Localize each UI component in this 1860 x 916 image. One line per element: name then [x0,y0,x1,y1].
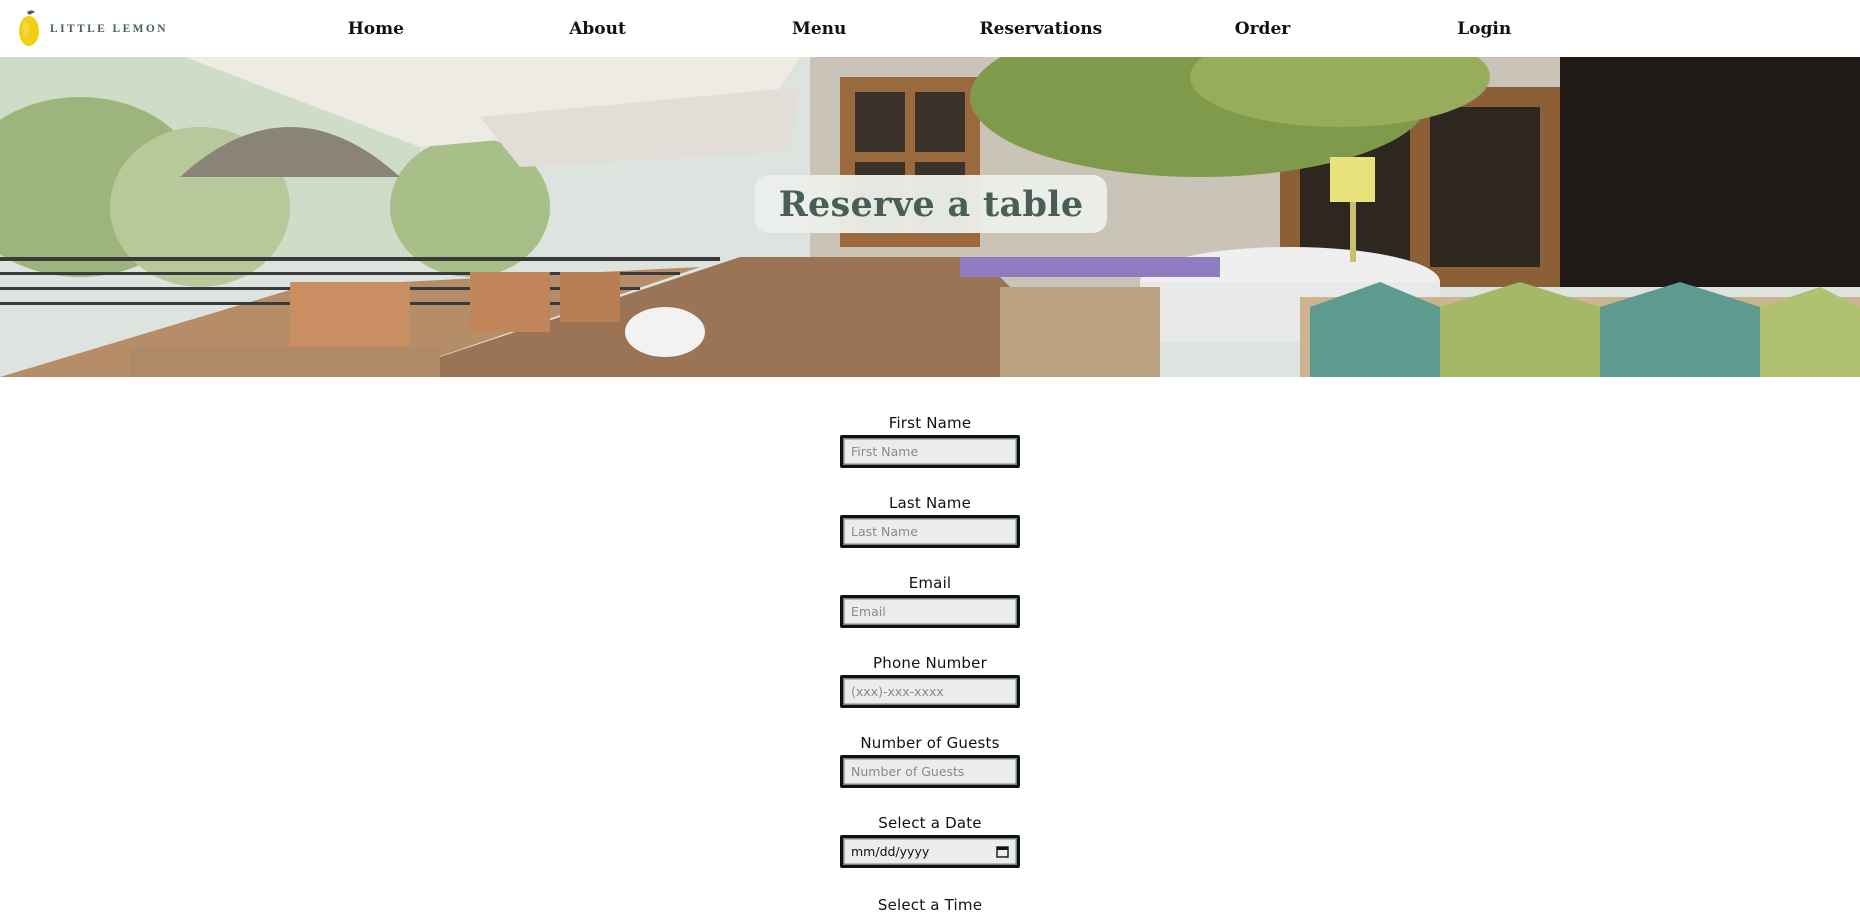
first-name-input[interactable] [840,435,1020,468]
date-field: Select a Date mm/dd/yyyy [0,813,1860,868]
email-field: Email [0,573,1860,628]
first-name-field: First Name [0,413,1860,468]
nav-reservations[interactable]: Reservations [930,19,1152,39]
guests-field: Number of Guests [0,733,1860,788]
calendar-icon[interactable] [996,845,1009,858]
time-label: Select a Time [877,896,983,914]
last-name-field: Last Name [0,493,1860,548]
email-label: Email [908,574,952,592]
site-header: LITTLE LEMON Home About Menu Reservation… [0,0,1860,57]
time-field: Select a Time [0,895,1860,916]
phone-label: Phone Number [873,654,987,672]
phone-input[interactable] [840,675,1020,708]
date-label: Select a Date [878,814,982,832]
nav-login[interactable]: Login [1373,19,1595,39]
date-input[interactable]: mm/dd/yyyy [840,835,1020,868]
first-name-label: First Name [888,414,972,432]
phone-field: Phone Number [0,653,1860,708]
lemon-logo-icon [19,10,39,46]
nav-order[interactable]: Order [1152,19,1374,39]
logo[interactable]: LITTLE LEMON [18,9,168,49]
guests-label: Number of Guests [860,734,1000,752]
guests-input[interactable] [840,755,1020,788]
last-name-label: Last Name [888,494,972,512]
last-name-input[interactable] [840,515,1020,548]
email-input[interactable] [840,595,1020,628]
brand-name: LITTLE LEMON [50,23,168,35]
hero-banner: Reserve a table [0,57,1860,377]
main-nav: Home About Menu Reservations Order Login [265,0,1595,57]
nav-menu[interactable]: Menu [708,19,930,39]
nav-home[interactable]: Home [265,19,487,39]
nav-about[interactable]: About [487,19,709,39]
date-value: mm/dd/yyyy [851,844,930,859]
hero-title-box: Reserve a table [755,175,1107,233]
page-title: Reserve a table [778,183,1084,225]
